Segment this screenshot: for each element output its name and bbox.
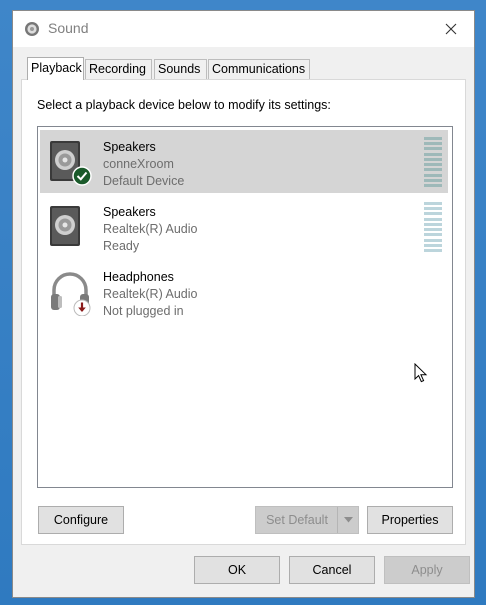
sound-app-icon (25, 22, 39, 36)
playback-panel: Select a playback device below to modify… (21, 79, 466, 545)
tab-recording[interactable]: Recording (85, 59, 152, 79)
volume-meter (424, 137, 442, 187)
tab-communications[interactable]: Communications (208, 59, 310, 79)
device-status: Ready (103, 239, 140, 253)
properties-button[interactable]: Properties (367, 506, 453, 534)
set-default-dropdown[interactable] (337, 507, 358, 533)
title-bar[interactable]: Sound (13, 11, 474, 47)
configure-button[interactable]: Configure (38, 506, 124, 534)
set-default-button[interactable]: Set Default (255, 506, 359, 534)
mouse-cursor-icon (414, 363, 428, 383)
device-list[interactable]: Speakers conneXroom Default Device Speak… (37, 126, 453, 488)
speaker-icon (50, 141, 92, 186)
device-status: Not plugged in (103, 304, 184, 318)
close-icon (445, 23, 457, 35)
device-name: Speakers (103, 140, 156, 154)
instruction-text: Select a playback device below to modify… (37, 98, 331, 112)
device-name: Speakers (103, 205, 156, 219)
device-row[interactable]: Speakers conneXroom Default Device (40, 130, 448, 193)
device-row[interactable]: Headphones Realtek(R) Audio Not plugged … (40, 260, 448, 323)
volume-meter (424, 202, 442, 252)
default-check-icon (72, 166, 92, 186)
chevron-down-icon (343, 517, 353, 523)
device-driver: Realtek(R) Audio (103, 222, 198, 236)
device-driver: Realtek(R) Audio (103, 287, 198, 301)
tab-sounds[interactable]: Sounds (154, 59, 207, 79)
device-driver: conneXroom (103, 157, 174, 171)
cancel-button[interactable]: Cancel (289, 556, 375, 584)
device-name: Headphones (103, 270, 174, 284)
tab-playback[interactable]: Playback (27, 57, 84, 80)
device-status: Default Device (103, 174, 185, 188)
sound-dialog: Sound Playback Recording Sounds Communic… (12, 10, 475, 598)
apply-button[interactable]: Apply (384, 556, 470, 584)
ok-button[interactable]: OK (194, 556, 280, 584)
headphones-icon (51, 272, 91, 316)
speaker-icon (50, 206, 80, 246)
window-title: Sound (48, 20, 89, 36)
close-button[interactable] (428, 11, 474, 47)
set-default-label: Set Default (266, 513, 328, 527)
device-row[interactable]: Speakers Realtek(R) Audio Ready (40, 195, 448, 258)
